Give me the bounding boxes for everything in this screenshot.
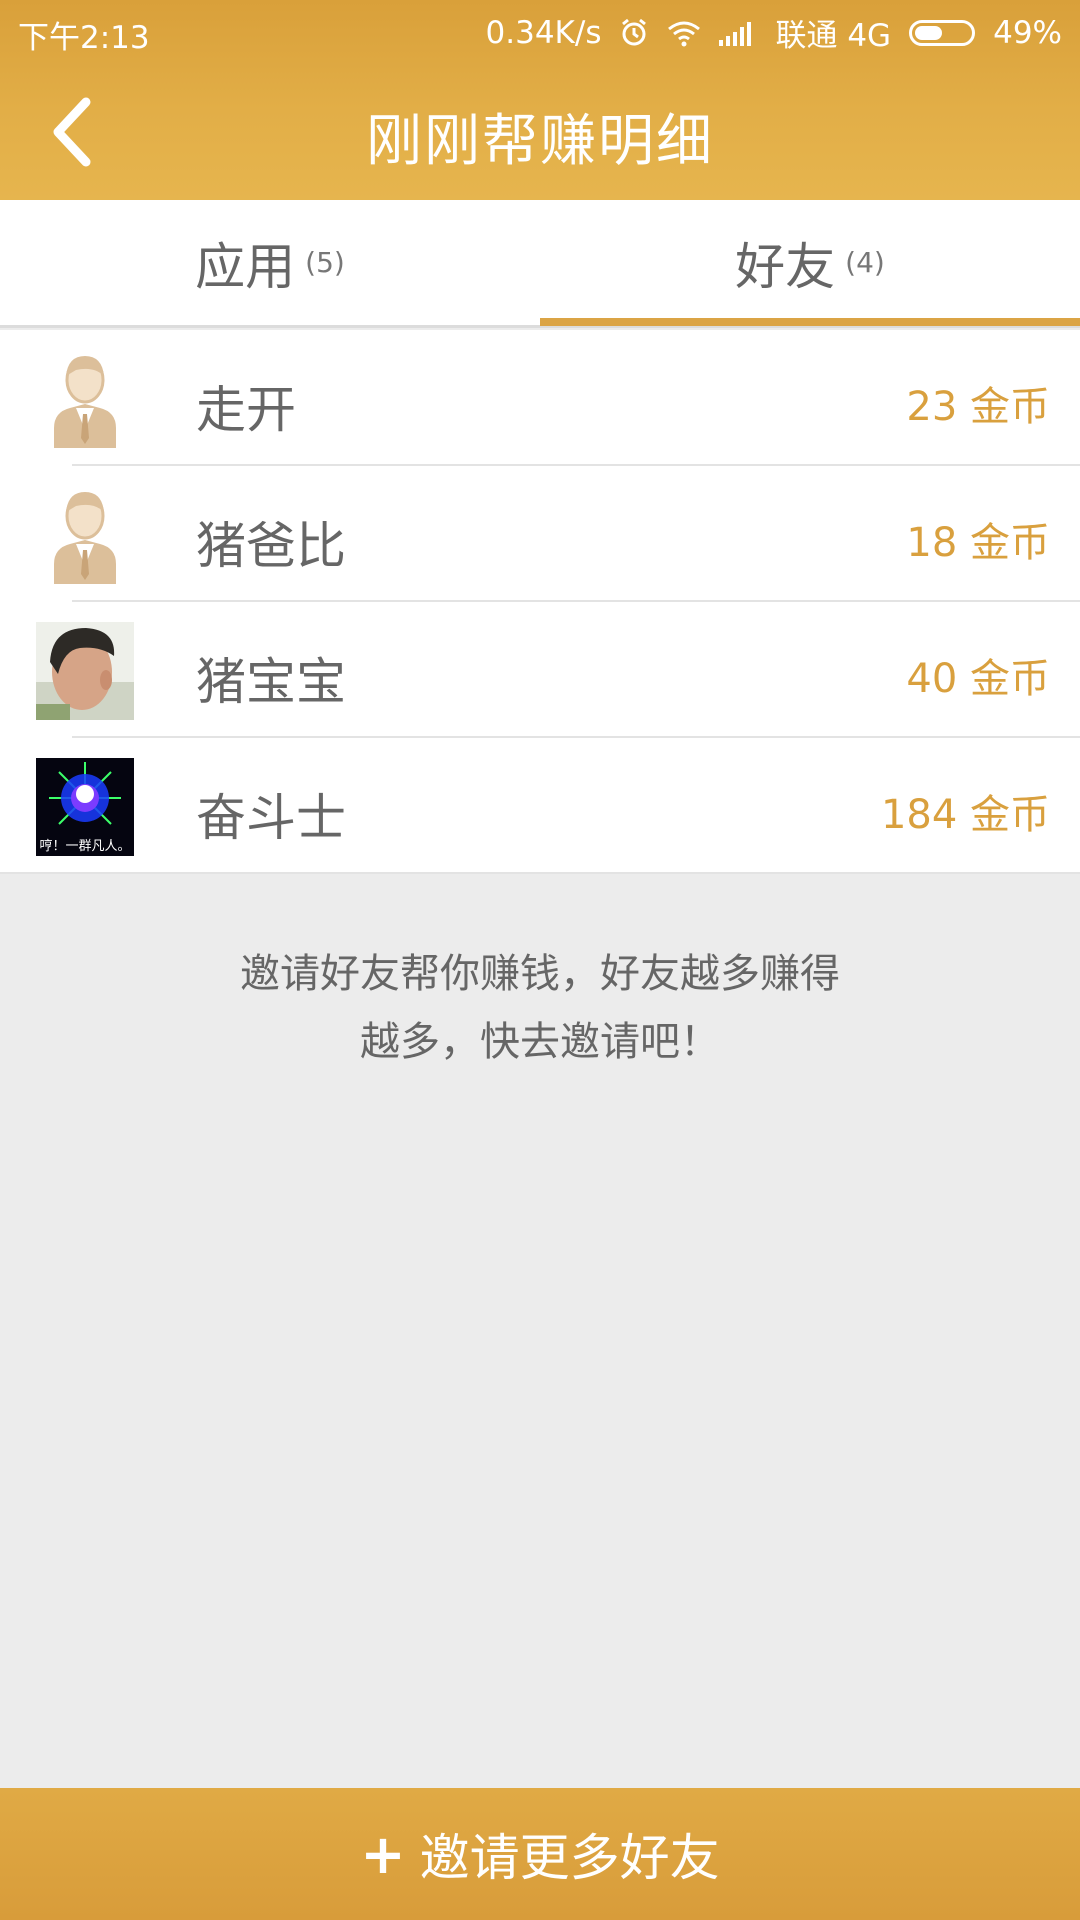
tab-bar: 应用 (5) 好友 (4) [0, 200, 1080, 328]
battery-percent: 49% [993, 14, 1062, 51]
friend-coins: 184 金币 [880, 792, 1050, 838]
battery-fill [915, 25, 942, 40]
page-title: 刚刚帮赚明细 [366, 109, 714, 174]
friend-name: 猪宝宝 [196, 653, 346, 711]
avatar [36, 622, 134, 720]
image-avatar-icon: 哼！一群凡人。 [36, 758, 134, 856]
carrier-label: 联通 4G [775, 18, 892, 54]
network-speed: 0.34K/s [485, 14, 602, 51]
tab-apps[interactable]: 应用 (5) [0, 200, 540, 325]
friends-list: 走开 23 金币 猪爸比 18 金币 猪宝宝 40 金币 哼！一群凡人。 奋斗士… [0, 330, 1080, 874]
photo-avatar-icon [36, 622, 134, 720]
divider [0, 872, 1080, 874]
tab-friends-label: 好友 [735, 237, 836, 296]
invite-hint-line2: 越多，快去邀请吧！ [360, 1019, 720, 1065]
status-bar: 下午2:13 0.34K/s 联通 4G 49% [0, 0, 1080, 62]
list-item[interactable]: 猪宝宝 40 金币 [0, 602, 1080, 738]
invite-hint: 邀请好友帮你赚钱，好友越多赚得 越多，快去邀请吧！ [200, 940, 880, 1076]
avatar [36, 350, 134, 448]
default-user-icon [54, 356, 116, 448]
avatar: 哼！一群凡人。 [36, 758, 134, 856]
avatar-caption: 哼！一群凡人。 [39, 838, 130, 854]
tab-friends-count: (4) [845, 246, 885, 279]
tab-indicator [540, 318, 1080, 326]
friend-name: 走开 [196, 381, 296, 439]
status-right: 0.34K/s 联通 4G 49% [486, 10, 1062, 55]
list-item[interactable]: 猪爸比 18 金币 [0, 466, 1080, 602]
tab-apps-label: 应用 [195, 237, 296, 296]
default-user-icon [54, 492, 116, 584]
friend-coins: 18 金币 [906, 520, 1050, 566]
invite-more-friends-button[interactable]: + 邀请更多好友 [0, 1788, 1080, 1920]
wifi-icon [667, 19, 701, 47]
list-item[interactable]: 哼！一群凡人。 奋斗士 184 金币 [0, 738, 1080, 874]
invite-hint-line1: 邀请好友帮你赚钱，好友越多赚得 [240, 951, 840, 997]
status-time: 下午2:13 [18, 20, 150, 56]
tab-friends[interactable]: 好友 (4) [540, 200, 1080, 325]
friend-name: 猪爸比 [196, 517, 346, 575]
battery-icon [909, 19, 976, 46]
invite-button-label: 邀请更多好友 [419, 1829, 720, 1887]
friend-coins: 40 金币 [906, 656, 1050, 702]
tab-apps-count: (5) [305, 246, 345, 279]
alarm-icon [619, 18, 649, 48]
nav-bar: 刚刚帮赚明细 [0, 62, 1080, 200]
friend-coins: 23 金币 [906, 384, 1050, 430]
plus-icon: + [360, 1822, 406, 1886]
friend-name: 奋斗士 [196, 789, 346, 847]
avatar [36, 486, 134, 584]
signal-icon [719, 20, 757, 46]
list-item[interactable]: 走开 23 金币 [0, 330, 1080, 466]
top-bar: 下午2:13 0.34K/s 联通 4G 49% 刚刚帮赚明细 [0, 0, 1080, 200]
